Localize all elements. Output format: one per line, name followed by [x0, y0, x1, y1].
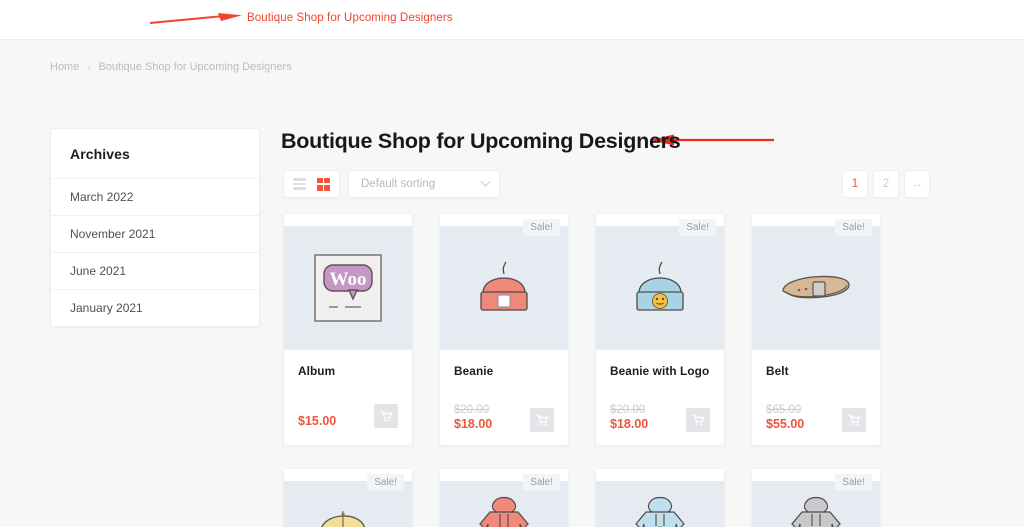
sale-badge: Sale!	[835, 219, 872, 236]
product-footer: $15.00	[298, 404, 398, 428]
product-card[interactable]: Sale!	[439, 468, 569, 527]
product-price: $15.00	[298, 414, 336, 428]
cart-icon	[380, 411, 392, 422]
product-price-current: $18.00	[610, 417, 649, 432]
product-body: Beanie with Logo $20.00 $18.00	[596, 349, 724, 445]
sale-badge: Sale!	[523, 219, 560, 236]
sidebar-item-june-2021[interactable]: June 2021	[51, 252, 259, 289]
breadcrumb-home[interactable]: Home	[50, 61, 79, 73]
product-body: Album $15.00	[284, 349, 412, 441]
product-title: Belt	[766, 364, 789, 378]
product-grid-row-2: Sale! Sale! Sale!	[283, 468, 931, 527]
product-image-salmon-beanie	[440, 226, 568, 349]
add-to-cart-button[interactable]	[374, 404, 398, 428]
sidebar-title: Archives	[70, 146, 130, 162]
product-image-woo-album-artwork: Woo	[284, 226, 412, 349]
cart-icon	[848, 414, 860, 425]
sidebar-item-november-2021[interactable]: November 2021	[51, 215, 259, 252]
breadcrumb-separator-icon: ›	[87, 62, 91, 72]
product-price-current: $18.00	[454, 417, 493, 432]
page-title: Boutique Shop for Upcoming Designers	[281, 129, 681, 153]
product-media	[596, 469, 724, 527]
product-footer: $20.00 $18.00	[454, 404, 554, 432]
sale-badge: Sale!	[367, 474, 404, 491]
cart-icon	[536, 414, 548, 425]
product-card[interactable]: Woo Album $15.00	[283, 213, 413, 446]
sidebar-item-march-2022[interactable]: March 2022	[51, 178, 259, 215]
product-image-blue-beanie-with-logo	[596, 226, 724, 349]
product-image-leather-belt	[752, 226, 880, 349]
add-to-cart-button[interactable]	[842, 407, 866, 432]
add-to-cart-button[interactable]	[530, 407, 554, 432]
product-footer: $65.00 $55.00	[766, 404, 866, 432]
grid-view-icon[interactable]	[317, 177, 330, 191]
product-price: $20.00 $18.00	[454, 404, 492, 432]
product-price-current: $15.00	[298, 413, 337, 428]
product-media: Woo	[284, 214, 412, 349]
product-price-current: $55.00	[766, 417, 805, 432]
shop-toolbar: Default sorting 1 2 →	[281, 170, 976, 200]
svg-text:Woo: Woo	[330, 269, 367, 290]
add-to-cart-button[interactable]	[686, 407, 710, 432]
product-card[interactable]: Sale!	[751, 468, 881, 527]
sorting-select[interactable]: Default sorting	[348, 170, 500, 198]
product-body: Belt $65.00 $55.00	[752, 349, 880, 445]
product-price-original: $20.00	[454, 404, 490, 416]
sidebar-archives-widget: Archives March 2022 November 2021 June 2…	[50, 128, 260, 327]
product-card[interactable]: Sale!	[283, 468, 413, 527]
product-card[interactable]: Sale! Beanie with Logo $20.00 $18.00	[595, 213, 725, 446]
product-price: $20.00 $18.00	[610, 404, 648, 432]
product-title: Beanie	[454, 364, 494, 378]
product-media: Sale!	[284, 469, 412, 527]
list-view-icon[interactable]	[293, 178, 306, 190]
sale-badge: Sale!	[835, 474, 872, 491]
product-body: Beanie $20.00 $18.00	[440, 349, 568, 445]
product-grid: Woo Album $15.00 Sale! Beanie $20.00 $18…	[283, 213, 931, 446]
sale-badge: Sale!	[679, 219, 716, 236]
sorting-value: Default sorting	[361, 178, 436, 190]
breadcrumb-current: Boutique Shop for Upcoming Designers	[98, 61, 292, 73]
pagination-page-1[interactable]: 1	[842, 170, 868, 198]
pagination-page-2[interactable]: 2	[873, 170, 899, 198]
product-price-original: $65.00	[766, 404, 802, 416]
red-arrow-right-icon	[149, 13, 242, 24]
product-price: $65.00 $55.00	[766, 404, 804, 432]
product-footer: $20.00 $18.00	[610, 404, 710, 432]
product-title: Album	[298, 364, 336, 378]
pagination-next-icon[interactable]: →	[904, 170, 930, 198]
product-media: Sale!	[440, 214, 568, 349]
sidebar-item-january-2021[interactable]: January 2021	[51, 289, 259, 326]
chevron-down-icon	[480, 176, 491, 187]
product-media: Sale!	[752, 214, 880, 349]
product-card[interactable]: Sale! Belt $65.00 $55.00	[751, 213, 881, 446]
cart-icon	[692, 414, 704, 425]
sale-badge: Sale!	[523, 474, 560, 491]
product-media: Sale!	[596, 214, 724, 349]
page-content: Home › Boutique Shop for Upcoming Design…	[0, 40, 1024, 527]
product-media: Sale!	[752, 469, 880, 527]
product-price-original: $20.00	[610, 404, 646, 416]
browser-top-bar: Boutique Shop for Upcoming Designers	[0, 0, 1024, 40]
product-media: Sale!	[440, 469, 568, 527]
product-card[interactable]: Sale! Beanie $20.00 $18.00	[439, 213, 569, 446]
view-mode-toggle	[283, 170, 340, 198]
breadcrumb: Home › Boutique Shop for Upcoming Design…	[50, 61, 292, 73]
pagination: 1 2 →	[842, 170, 930, 198]
product-image-blue-hoodie-with-logo	[596, 481, 724, 527]
product-card[interactable]	[595, 468, 725, 527]
annotation-top-note: Boutique Shop for Upcoming Designers	[247, 12, 453, 24]
product-title: Beanie with Logo	[610, 364, 710, 378]
